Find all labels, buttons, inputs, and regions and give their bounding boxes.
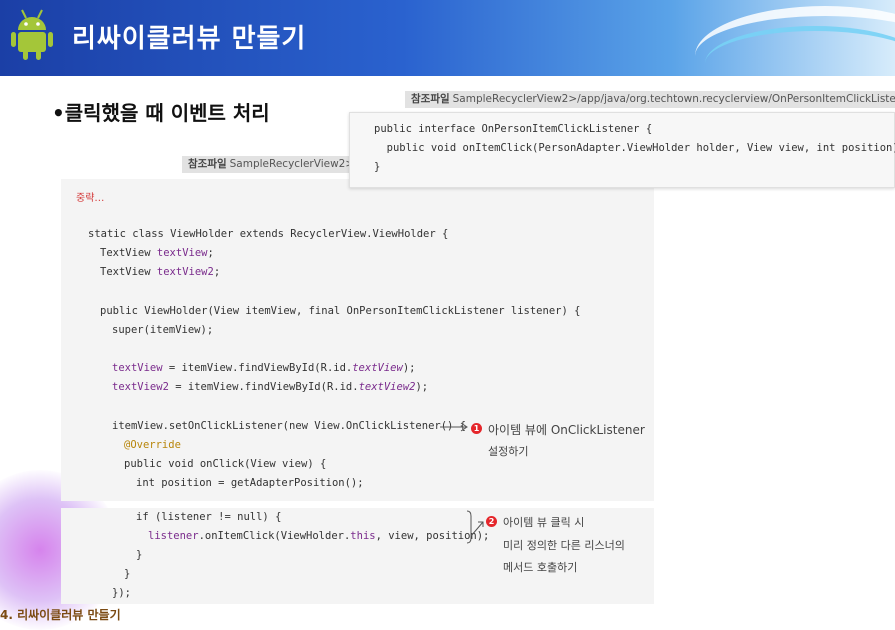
code-token: textView	[352, 362, 403, 374]
callout-number-2: 2	[486, 516, 497, 527]
code-line: textView = itemView.findViewById(R.id.te…	[112, 362, 415, 374]
code-token: this	[350, 530, 376, 542]
ref-path: SampleRecyclerView2>/app/java/org.techto…	[452, 93, 895, 105]
code-token: = itemView.findViewById(R.id.	[168, 381, 359, 393]
code-line: if (listener != null) {	[136, 511, 282, 523]
bracket-arrow-icon	[466, 510, 484, 544]
ref-path: SampleRecyclerView2>	[229, 158, 355, 170]
code-line: }	[124, 568, 131, 580]
code-line: TextView textView;	[100, 247, 214, 259]
footer-section-label: 4. 리싸이클러뷰 만들기	[0, 608, 121, 622]
code-line: }	[374, 161, 381, 173]
code-token: .onItemClick(ViewHolder.	[198, 530, 351, 542]
android-robot-icon	[11, 9, 53, 60]
slide-title: 리싸이클러뷰 만들기	[72, 24, 307, 54]
callout-text: 아이템 뷰에 OnClickListener	[488, 423, 645, 437]
code-line: super(itemView);	[112, 324, 214, 336]
code-token: ;	[213, 266, 221, 278]
code-box-main: 중략… static class ViewHolder extends Recy…	[61, 179, 654, 501]
code-token: TextView	[100, 247, 157, 259]
code-line: public interface OnPersonItemClickListen…	[374, 123, 653, 135]
code-box-interface: public interface OnPersonItemClickListen…	[349, 112, 895, 188]
code-line: @Override	[124, 439, 181, 451]
arrow-right-icon	[440, 422, 468, 432]
code-token: );	[415, 381, 429, 393]
code-token: textView2	[112, 381, 169, 393]
code-token: textView	[156, 247, 208, 259]
omit-label: 중략…	[76, 193, 105, 204]
callout-number-1: 1	[471, 423, 482, 434]
code-token: textView2	[358, 381, 416, 393]
code-line: TextView textView2;	[100, 266, 220, 278]
slide-header: 리싸이클러뷰 만들기	[0, 0, 895, 76]
callout-text: 설정하기	[488, 445, 529, 458]
code-line: }	[136, 549, 143, 561]
code-line: itemView.setOnClickListener(new View.OnC…	[112, 420, 467, 432]
callout-text: 미리 정의한 다른 리스너의	[503, 539, 625, 552]
code-line: public void onItemClick(PersonAdapter.Vi…	[374, 142, 895, 154]
code-token: = itemView.findViewById(R.id.	[162, 362, 353, 374]
code-token: );	[402, 362, 416, 374]
code-token: TextView	[100, 266, 157, 278]
code-line: static class ViewHolder extends Recycler…	[88, 228, 449, 240]
code-line: int position = getAdapterPosition();	[136, 477, 364, 489]
bullet-heading: •클릭했을 때 이벤트 처리	[52, 101, 270, 125]
callout-text: 아이템 뷰 클릭 시	[503, 516, 585, 529]
ref-tag: 참조파일	[411, 93, 450, 105]
code-line: public ViewHolder(View itemView, final O…	[100, 305, 581, 317]
ref-tag: 참조파일	[188, 158, 227, 170]
code-token: textView	[112, 362, 163, 374]
code-line: textView2 = itemView.findViewById(R.id.t…	[112, 381, 428, 393]
code-line: public void onClick(View view) {	[124, 458, 327, 470]
ref-file-tab-main: 참조파일 SampleRecyclerView2>	[182, 156, 362, 173]
code-line: listener.onItemClick(ViewHolder.this, vi…	[148, 530, 489, 542]
code-token: ;	[207, 247, 214, 259]
ref-file-tab-interface: 참조파일 SampleRecyclerView2>/app/java/org.te…	[405, 91, 895, 108]
code-token: textView2	[156, 266, 214, 278]
callout-text: 메서드 호출하기	[503, 561, 578, 574]
code-line: });	[112, 587, 131, 599]
code-token: listener	[148, 530, 199, 542]
